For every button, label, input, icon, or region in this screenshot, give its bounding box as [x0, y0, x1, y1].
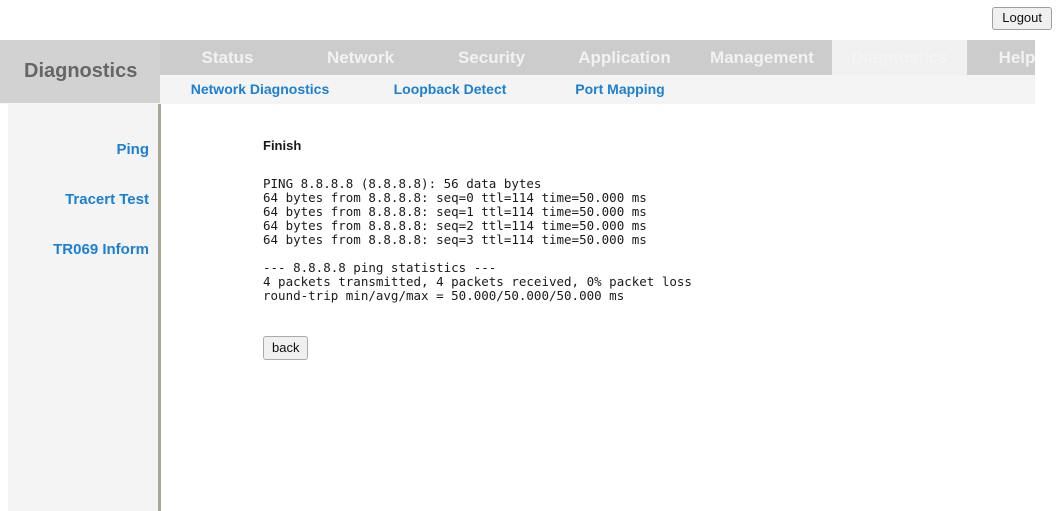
- sub-nav-items: Network DiagnosticsLoopback DetectPort M…: [160, 75, 700, 104]
- subnav-item-network-diagnostics[interactable]: Network Diagnostics: [160, 75, 360, 104]
- main-content: Finish PING 8.8.8.8 (8.8.8.8): 56 data b…: [164, 104, 1064, 511]
- back-button[interactable]: back: [263, 336, 308, 360]
- page-title: Diagnostics: [24, 60, 137, 83]
- brand-tab: Diagnostics: [0, 40, 160, 103]
- sidebar-item-tr069-inform[interactable]: TR069 Inform: [8, 241, 158, 258]
- main-navigation-bar: Diagnostics StatusNetworkSecurityApplica…: [0, 40, 1035, 75]
- sidebar-item-ping[interactable]: Ping: [8, 141, 158, 158]
- sidebar: Ping Tracert Test TR069 Inform: [8, 104, 161, 511]
- top-bar: Logout: [0, 0, 1064, 40]
- nav-item-status[interactable]: Status: [160, 40, 295, 75]
- nav-items: StatusNetworkSecurityApplicationManageme…: [160, 40, 1064, 75]
- nav-item-network[interactable]: Network: [295, 40, 426, 75]
- nav-item-diagnostics[interactable]: Diagnostics: [832, 40, 967, 75]
- finish-label: Finish: [263, 138, 301, 153]
- nav-item-management[interactable]: Management: [692, 40, 832, 75]
- nav-item-application[interactable]: Application: [557, 40, 692, 75]
- subnav-item-loopback-detect[interactable]: Loopback Detect: [360, 75, 540, 104]
- nav-item-help[interactable]: Help: [967, 40, 1064, 75]
- nav-item-security[interactable]: Security: [426, 40, 557, 75]
- page-body: Ping Tracert Test TR069 Inform Finish PING…: [0, 104, 1064, 511]
- sidebar-item-tracert-test[interactable]: Tracert Test: [8, 191, 158, 208]
- ping-output-text: PING 8.8.8.8 (8.8.8.8): 56 data bytes 64…: [263, 177, 647, 247]
- ping-statistics-text: --- 8.8.8.8 ping statistics --- 4 packet…: [263, 261, 692, 303]
- subnav-item-port-mapping[interactable]: Port Mapping: [540, 75, 700, 104]
- logout-button[interactable]: Logout: [992, 7, 1052, 30]
